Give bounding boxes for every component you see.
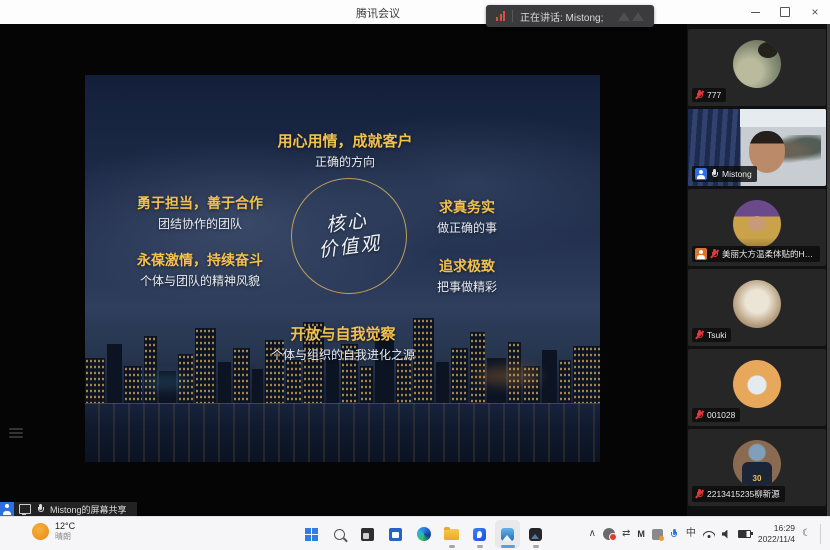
participant-tile[interactable]: Tsuki <box>688 269 826 346</box>
photos-icon <box>501 528 514 541</box>
banner-collapse-icon[interactable] <box>618 12 644 21</box>
core-values-calligraphy: 核心 价值观 <box>315 209 383 264</box>
voice-signal-icon <box>496 11 505 21</box>
show-desktop-button[interactable] <box>820 524 824 544</box>
participant-tile[interactable]: 777 <box>688 29 826 106</box>
value-right-1: 求真务实 做正确的事 <box>437 197 497 236</box>
battery-icon[interactable] <box>738 530 751 538</box>
city-glow <box>143 375 187 389</box>
sun-icon <box>32 523 49 540</box>
weather-temperature: 12°C <box>55 521 75 532</box>
participant-label: Mistong <box>692 166 757 182</box>
minimize-button[interactable] <box>740 0 770 24</box>
maximize-icon <box>780 7 790 17</box>
value-left-1: 勇于担当，善于合作 团结协作的团队 <box>137 193 263 232</box>
mic-muted-icon <box>710 249 719 259</box>
folder-icon <box>444 529 459 540</box>
status-app-icon[interactable] <box>652 529 663 540</box>
close-button[interactable]: × <box>800 0 830 24</box>
titlebar: 腾讯会议 × <box>0 0 830 24</box>
screen-share-indicator[interactable]: Mistong的屏幕共享 <box>0 502 137 516</box>
participant-label: 美丽大方温柔体贴的HR小姐姐 <box>692 246 820 262</box>
participant-tile[interactable]: 30 2213415235柳新源 <box>688 429 826 506</box>
taskbar-apps <box>299 520 548 548</box>
participant-tiles: 777 Mistong <box>688 29 826 506</box>
participant-tile[interactable]: 美丽大方温柔体贴的HR小姐姐 <box>688 189 826 266</box>
search-button[interactable] <box>327 520 352 548</box>
system-tray: ∧ ⇄ M 中 16:29 2022/11/4 ☾ <box>589 517 824 550</box>
start-button[interactable] <box>299 520 324 548</box>
meeting-window: 腾讯会议 × 正在讲话: Mistong; 核心 价值观 <box>0 0 830 550</box>
participants-sidebar: 777 Mistong <box>687 24 830 516</box>
avatar <box>733 280 781 328</box>
participant-label: 001028 <box>692 408 740 422</box>
participant-label: Tsuki <box>692 328 731 342</box>
close-icon: × <box>811 6 818 18</box>
search-icon <box>334 529 345 540</box>
tray-overflow-chevron-icon[interactable]: ∧ <box>589 529 596 539</box>
tray-m-app-icon[interactable]: M <box>637 530 645 539</box>
participant-label: 777 <box>692 88 726 102</box>
tray-microphone-icon[interactable] <box>670 529 679 539</box>
host-badge-icon <box>0 502 14 516</box>
avatar: 30 <box>733 440 781 488</box>
water-reflection-graphic <box>85 403 600 462</box>
store-icon <box>389 528 402 541</box>
maximize-button[interactable] <box>770 0 800 24</box>
participant-tile-active-speaker[interactable]: Mistong <box>688 109 826 186</box>
host-badge-icon <box>695 168 707 180</box>
task-view-button[interactable] <box>355 520 380 548</box>
blue-app-button[interactable] <box>467 520 492 548</box>
presentation-slide: 核心 价值观 用心用情，成就客户 正确的方向 勇于担当，善于合作 团结协作的团队… <box>85 75 600 462</box>
photos-app-button[interactable] <box>495 520 520 548</box>
avatar <box>733 360 781 408</box>
core-values-circle: 核心 价值观 <box>291 178 407 294</box>
wifi-icon[interactable] <box>703 530 715 538</box>
speaking-banner-label: 正在讲话: Mistong; <box>520 9 603 24</box>
mic-muted-icon <box>695 489 704 499</box>
image-viewer-icon <box>529 528 542 541</box>
mic-muted-icon <box>695 410 704 420</box>
mic-muted-icon <box>695 330 704 340</box>
banner-divider <box>512 10 513 22</box>
mic-icon <box>36 504 45 514</box>
edge-browser-icon <box>417 527 431 541</box>
shared-screen-stage: 核心 价值观 用心用情，成就客户 正确的方向 勇于担当，善于合作 团结协作的团队… <box>0 24 686 516</box>
value-top: 用心用情，成就客户 正确的方向 <box>277 130 412 170</box>
value-bottom: 开放与自我觉察 个体与组织的自我进化之源 <box>271 323 415 363</box>
value-right-2: 追求极致 把事做精彩 <box>437 256 497 295</box>
avatar <box>733 200 781 248</box>
edge-button[interactable] <box>411 520 436 548</box>
mic-on-icon <box>710 169 719 179</box>
value-left-2: 永葆激情，持续奋斗 个体与团队的精神风貌 <box>137 250 263 289</box>
sync-arrows-icon[interactable]: ⇄ <box>622 529 630 539</box>
taskbar: 12°C 晴朗 ∧ ⇄ M 中 16: <box>0 516 830 550</box>
stage-menu-icon[interactable] <box>9 428 23 440</box>
city-glow <box>477 367 541 385</box>
weather-condition: 晴朗 <box>55 532 75 542</box>
mic-muted-icon <box>695 90 704 100</box>
weather-widget[interactable]: 12°C 晴朗 <box>32 521 75 541</box>
participant-tile[interactable]: 001028 <box>688 349 826 426</box>
screen-icon <box>19 504 31 514</box>
participant-label: 2213415235柳新源 <box>692 486 785 502</box>
blue-app-icon <box>473 528 486 541</box>
cohost-badge-icon <box>695 248 707 260</box>
share-label: Mistong的屏幕共享 <box>50 503 127 516</box>
speaking-banner[interactable]: 正在讲话: Mistong; <box>486 5 654 27</box>
minimize-icon <box>751 12 760 13</box>
window-title: 腾讯会议 <box>356 5 400 21</box>
ime-indicator[interactable]: 中 <box>686 529 696 539</box>
window-controls: × <box>740 0 830 24</box>
night-mode-moon-icon[interactable]: ☾ <box>802 529 811 539</box>
volume-icon[interactable] <box>722 530 731 539</box>
task-view-icon <box>361 528 374 541</box>
notification-app-icon[interactable] <box>603 528 615 540</box>
windows-logo-icon <box>305 528 318 541</box>
store-button[interactable] <box>383 520 408 548</box>
avatar <box>733 40 781 88</box>
file-explorer-button[interactable] <box>439 520 464 548</box>
taskbar-clock[interactable]: 16:29 2022/11/4 <box>758 523 795 545</box>
image-viewer-button[interactable] <box>523 520 548 548</box>
